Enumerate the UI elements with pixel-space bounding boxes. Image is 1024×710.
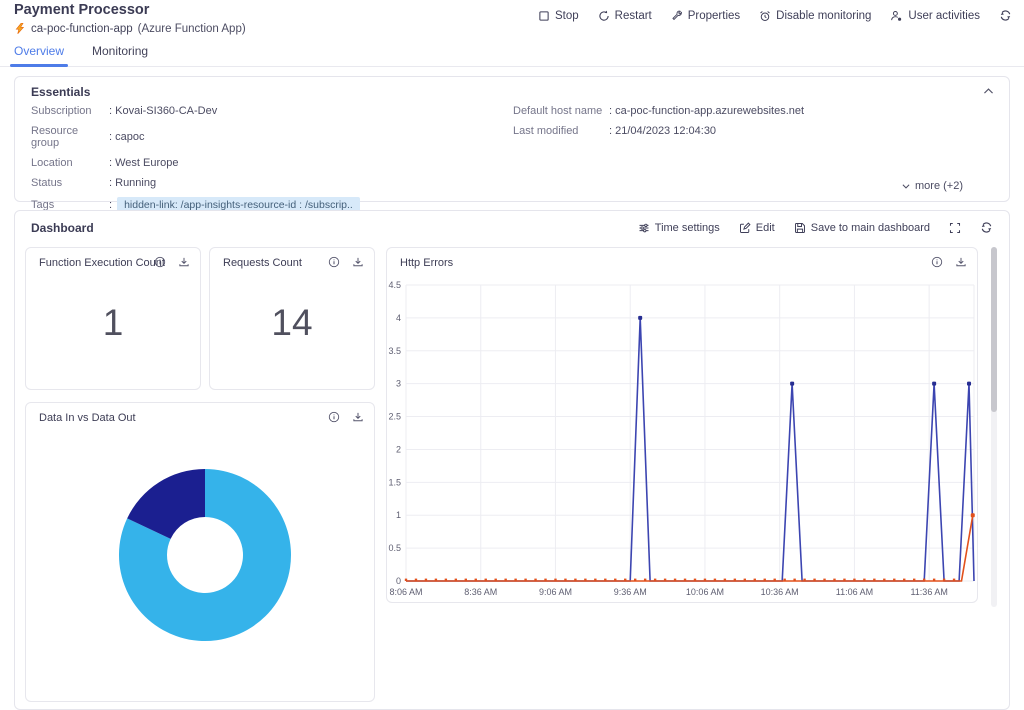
metric-value: 14: [271, 302, 313, 343]
card-title: Requests Count: [223, 257, 302, 269]
alarm-icon: [759, 10, 771, 22]
svg-text:9:36 AM: 9:36 AM: [614, 587, 647, 597]
wrench-icon: [671, 10, 683, 22]
user-icon: [890, 10, 903, 22]
properties-button[interactable]: Properties: [671, 10, 740, 22]
svg-text:11:06 AM: 11:06 AM: [836, 587, 873, 597]
card-title: Function Execution Count: [39, 257, 165, 269]
tab-overview[interactable]: Overview: [9, 44, 69, 67]
metric-value: 1: [102, 302, 124, 343]
svg-text:0.5: 0.5: [388, 543, 401, 553]
field-label: Default host name: [513, 105, 603, 117]
essentials-row-subscription: Subscription : Kovai-SI360-CA-Dev: [31, 105, 501, 117]
svg-text:10:06 AM: 10:06 AM: [686, 587, 724, 597]
svg-text:1: 1: [396, 510, 401, 520]
dashboard-toolbar: Time settings Edit Save to main dashboar…: [638, 221, 993, 234]
download-icon[interactable]: [178, 256, 190, 268]
page-title: Payment Processor: [14, 2, 150, 18]
svg-text:10:36 AM: 10:36 AM: [761, 587, 799, 597]
svg-text:1.5: 1.5: [388, 477, 401, 487]
sync-icon[interactable]: [999, 9, 1012, 22]
field-label: Resource group: [31, 125, 79, 149]
field-value: : capoc: [109, 131, 145, 143]
sync-icon[interactable]: [980, 221, 993, 234]
essentials-title: Essentials: [31, 85, 91, 99]
more-link[interactable]: more (+2): [901, 180, 963, 192]
svg-text:2: 2: [396, 444, 401, 454]
field-label: Subscription: [31, 105, 92, 117]
download-icon[interactable]: [352, 256, 364, 268]
dashboard-title: Dashboard: [31, 221, 94, 235]
disable-monitoring-label: Disable monitoring: [776, 9, 872, 22]
chevron-down-icon: [901, 181, 911, 191]
function-execution-count-card: Function Execution Count 1: [25, 247, 201, 390]
restart-label: Restart: [614, 9, 652, 22]
save-to-main-dashboard-button[interactable]: Save to main dashboard: [794, 222, 930, 234]
field-value: : 21/04/2023 12:04:30: [609, 125, 717, 137]
data-in-out-donut-chart: [118, 469, 291, 641]
save-to-main-dashboard-label: Save to main dashboard: [810, 221, 930, 234]
essentials-panel: Essentials Subscription : Kovai-SI360-CA…: [14, 76, 1010, 213]
function-app-lightning-icon: [14, 22, 26, 35]
field-value: : Kovai-SI360-CA-Dev: [109, 105, 218, 117]
resource-type: (Azure Function App): [137, 22, 246, 35]
stop-label: Stop: [555, 9, 579, 22]
http-errors-card: Http Errors 0 0.5 1 1.5 2 2.5 3 3.5 4 4.5 8:06 AM 8…: [386, 247, 978, 603]
tab-bar: Overview Monitoring: [0, 44, 1024, 67]
user-activities-label: User activities: [908, 9, 980, 22]
tab-monitoring[interactable]: Monitoring: [92, 44, 148, 66]
field-value: : Running: [109, 177, 157, 189]
data-in-vs-data-out-card: Data In vs Data Out: [25, 402, 375, 702]
essentials-row-host-name: Default host name : ca-poc-function-app.…: [513, 105, 983, 117]
svg-text:4: 4: [396, 313, 401, 323]
resource-name: ca-poc-function-app: [31, 22, 133, 35]
svg-text:3: 3: [396, 379, 401, 389]
edit-button[interactable]: Edit: [739, 222, 775, 234]
edit-label: Edit: [755, 221, 775, 234]
edit-icon: [739, 221, 751, 234]
essentials-row-status: Status : Running: [31, 177, 501, 189]
svg-text:9:06 AM: 9:06 AM: [539, 587, 572, 597]
fullscreen-icon[interactable]: [949, 222, 961, 234]
svg-text:4.5: 4.5: [388, 280, 401, 290]
info-icon[interactable]: [328, 256, 340, 268]
stop-button[interactable]: Stop: [538, 10, 579, 22]
save-icon: [794, 222, 806, 234]
properties-label: Properties: [687, 9, 741, 22]
svg-text:2.5: 2.5: [388, 412, 401, 422]
field-label: Status: [31, 177, 63, 189]
dashboard-panel: Dashboard Time settings Edit Save to mai…: [14, 210, 1010, 710]
stop-icon: [538, 10, 550, 22]
svg-text:11:36 AM: 11:36 AM: [910, 587, 947, 597]
sliders-icon: [638, 222, 650, 234]
info-icon[interactable]: [154, 256, 166, 268]
restart-button[interactable]: Restart: [598, 10, 652, 22]
field-value: : ca-poc-function-app.azurewebsites.net: [609, 105, 805, 117]
essentials-row-location: Location : West Europe: [31, 157, 501, 169]
field-label: Last modified: [513, 125, 579, 137]
svg-text:8:36 AM: 8:36 AM: [464, 587, 497, 597]
field-label: Location: [31, 157, 73, 169]
dashboard-scrollbar-thumb[interactable]: [991, 247, 997, 412]
top-toolbar: Stop Restart Properties Disable monitori…: [538, 9, 1012, 22]
time-settings-label: Time settings: [654, 221, 720, 234]
essentials-row-resource-group: Resource group : capoc: [31, 125, 501, 149]
field-value: : West Europe: [109, 157, 179, 169]
time-settings-button[interactable]: Time settings: [638, 222, 720, 234]
user-activities-button[interactable]: User activities: [890, 10, 980, 22]
restart-icon: [598, 10, 610, 22]
svg-text:3.5: 3.5: [388, 346, 401, 356]
resource-subtitle: ca-poc-function-app (Azure Function App): [14, 22, 246, 35]
svg-text:8:06 AM: 8:06 AM: [389, 587, 422, 597]
http-errors-chart: 0 0.5 1 1.5 2 2.5 3 3.5 4 4.5 8:06 AM 8:36 AM 9:06 A…: [388, 280, 975, 597]
chevron-up-icon[interactable]: [982, 85, 995, 98]
disable-monitoring-button[interactable]: Disable monitoring: [759, 10, 871, 22]
essentials-row-last-modified: Last modified : 21/04/2023 12:04:30: [513, 125, 983, 137]
svg-text:0: 0: [396, 576, 401, 586]
requests-count-card: Requests Count 14: [209, 247, 375, 390]
